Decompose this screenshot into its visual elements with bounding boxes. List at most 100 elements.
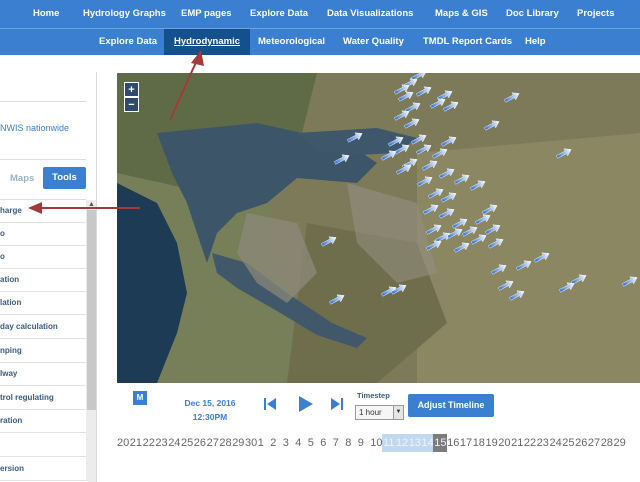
timeline-day[interactable]: 21: [130, 434, 142, 452]
nav-data-visualizations[interactable]: Data Visualizations: [327, 0, 413, 28]
timeline-day[interactable]: 5: [308, 434, 314, 452]
timeline-day[interactable]: 13: [409, 434, 421, 452]
flow-arrow-icon: [423, 204, 439, 215]
timeline-day[interactable]: 28: [601, 434, 613, 452]
flow-arrow-icon: [498, 280, 514, 291]
flow-arrows-layer: [321, 73, 638, 305]
timestep-value: 1 hour: [359, 408, 382, 417]
timeline-day[interactable]: 22: [143, 434, 155, 452]
play-icon[interactable]: [297, 394, 315, 414]
timeline-day[interactable]: 10: [370, 434, 382, 452]
nav-explore-data[interactable]: Explore Data: [250, 0, 308, 28]
timeline-day[interactable]: 2: [270, 434, 276, 452]
skip-forward-icon[interactable]: [330, 396, 344, 412]
tab-tools[interactable]: Tools: [43, 167, 86, 189]
tool-item[interactable]: nping: [0, 340, 86, 363]
nwis-link[interactable]: NWIS nationwide: [0, 122, 86, 135]
tool-item[interactable]: harge: [0, 200, 86, 223]
timeline-day[interactable]: 27: [207, 434, 219, 452]
tool-item[interactable]: ation: [0, 269, 86, 292]
timestep-label: Timestep: [357, 391, 390, 400]
skip-back-icon[interactable]: [263, 396, 277, 412]
subnav-help[interactable]: Help: [525, 29, 546, 55]
scroll-up-arrow-icon[interactable]: ▲: [86, 200, 96, 210]
subnav-water-quality[interactable]: Water Quality: [343, 29, 404, 55]
subnav-tmdl-report-cards[interactable]: TMDL Report Cards: [423, 29, 512, 55]
current-date: Dec 15, 2016: [184, 398, 236, 408]
timeline-day[interactable]: 30: [245, 434, 257, 452]
timeline-day[interactable]: 25: [181, 434, 193, 452]
timestep-select[interactable]: 1 hour ▼: [355, 405, 404, 420]
timeline-day[interactable]: 26: [575, 434, 587, 452]
timeline-day[interactable]: 27: [588, 434, 600, 452]
nav-home[interactable]: Home: [33, 0, 59, 28]
nav-projects[interactable]: Projects: [577, 0, 615, 28]
nav-maps-gis[interactable]: Maps & GIS: [435, 0, 488, 28]
flow-arrow-icon: [454, 242, 470, 253]
timeline-day[interactable]: 11: [383, 434, 394, 452]
nav-doc-library[interactable]: Doc Library: [506, 0, 559, 28]
flow-arrow-icon: [485, 224, 501, 235]
tool-item[interactable]: o: [0, 223, 86, 246]
timeline-day[interactable]: 8: [345, 434, 351, 452]
subnav-explore-data[interactable]: Explore Data: [99, 29, 157, 55]
timeline-day[interactable]: 16: [447, 434, 459, 452]
tool-item[interactable]: day calculation: [0, 316, 86, 339]
flow-arrow-icon: [441, 136, 457, 147]
adjust-timeline-button[interactable]: Adjust Timeline: [408, 394, 494, 417]
flow-arrow-icon: [439, 208, 455, 219]
timeline-day[interactable]: 7: [333, 434, 339, 452]
tab-maps[interactable]: Maps: [10, 173, 34, 184]
tool-item[interactable]: o: [0, 246, 86, 269]
timeline-day[interactable]: 25: [562, 434, 574, 452]
timeline-day[interactable]: 24: [168, 434, 180, 452]
scrollbar-thumb[interactable]: [87, 210, 96, 410]
subnav-hydrodynamic[interactable]: Hydrodynamic: [164, 29, 250, 55]
flow-arrow-icon: [462, 226, 478, 237]
tool-item[interactable]: ration: [0, 410, 86, 433]
timeline-day[interactable]: 19: [486, 434, 498, 452]
flow-arrow-icon: [475, 214, 491, 225]
timeline-day[interactable]: 28: [219, 434, 231, 452]
tool-item[interactable]: ersion: [0, 458, 86, 481]
timeline-day[interactable]: 21: [511, 434, 523, 452]
timeline-day[interactable]: 14: [422, 434, 434, 452]
nav-hydrology-graphs[interactable]: Hydrology Graphs: [83, 0, 166, 28]
timeline-day[interactable]: 18: [473, 434, 485, 452]
timeline-day[interactable]: 12: [396, 434, 408, 452]
timeline-day[interactable]: 15: [434, 434, 446, 452]
timeline-day[interactable]: 22: [524, 434, 536, 452]
tool-item[interactable]: lation: [0, 292, 86, 315]
timeline-day[interactable]: 3: [283, 434, 289, 452]
flow-arrow-icon: [321, 236, 337, 247]
flow-arrow-icon: [534, 252, 550, 263]
satellite-map[interactable]: + −: [117, 73, 640, 383]
timeline-day[interactable]: 1: [258, 434, 264, 452]
timeline-day[interactable]: 9: [358, 434, 364, 452]
sub-navigation: Explore Data Hydrodynamic Meteorological…: [0, 28, 640, 55]
timeline-day[interactable]: 23: [155, 434, 167, 452]
timeline-day[interactable]: 24: [550, 434, 562, 452]
timeline-day[interactable]: 26: [194, 434, 206, 452]
flow-arrow-icon: [504, 92, 520, 103]
flow-arrow-icon: [484, 120, 500, 131]
flow-arrow-icon: [516, 260, 532, 271]
flow-arrow-icon: [426, 224, 442, 235]
subnav-meteorological[interactable]: Meteorological: [258, 29, 325, 55]
flow-arrow-icon: [488, 238, 504, 249]
timeline-day[interactable]: 29: [232, 434, 244, 452]
m-button[interactable]: M: [133, 391, 147, 405]
tool-item[interactable]: lway: [0, 363, 86, 386]
tool-item[interactable]: trol regulating: [0, 387, 86, 410]
timeline-day[interactable]: 20: [117, 434, 129, 452]
timeline-day[interactable]: 6: [320, 434, 326, 452]
timeline-day[interactable]: 20: [498, 434, 510, 452]
timeline-day[interactable]: 29: [614, 434, 626, 452]
flow-arrow-icon: [404, 118, 420, 129]
timeline-day[interactable]: 23: [537, 434, 549, 452]
timeline-day[interactable]: 17: [460, 434, 472, 452]
nav-emp-pages[interactable]: EMP pages: [181, 0, 232, 28]
tool-item[interactable]: [0, 434, 86, 457]
timeline-day[interactable]: 4: [295, 434, 301, 452]
flow-arrow-icon: [439, 168, 455, 179]
